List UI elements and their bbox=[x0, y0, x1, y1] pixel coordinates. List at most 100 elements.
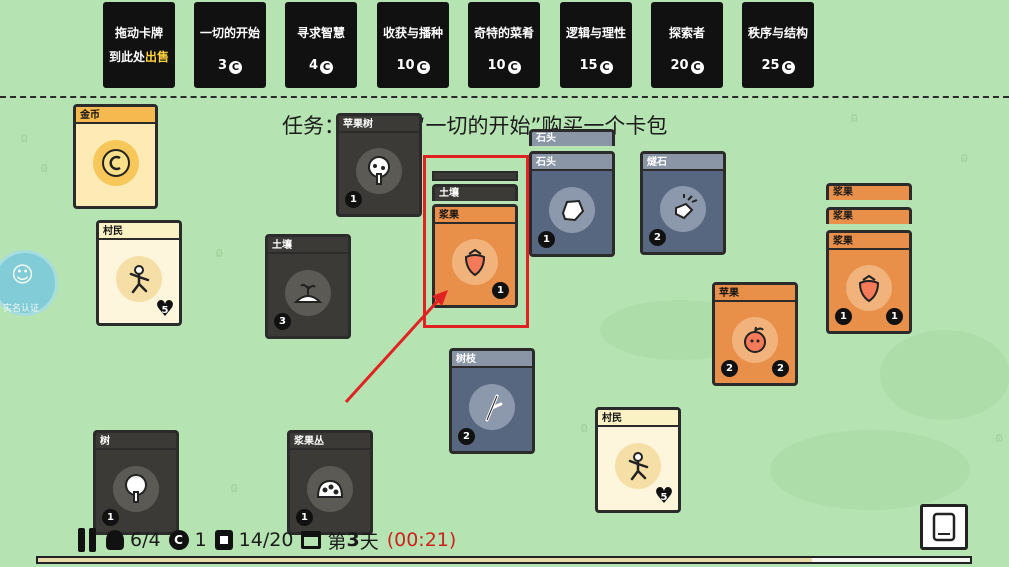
card-stick[interactable]: 树枝 2 bbox=[449, 348, 535, 454]
card-title: 苹果 bbox=[715, 285, 795, 302]
card-tree[interactable]: 树 1 bbox=[93, 430, 179, 535]
booster-pack[interactable]: 秩序与结构 25 C bbox=[742, 2, 814, 88]
soil-icon bbox=[285, 269, 331, 316]
value-badge: 1 bbox=[886, 308, 903, 325]
food-icon bbox=[106, 530, 124, 550]
card-title: 村民 bbox=[598, 410, 678, 427]
apple-icon bbox=[732, 317, 778, 363]
card-apple-tree[interactable]: 苹果树 1 bbox=[336, 113, 422, 217]
card-icon bbox=[214, 530, 233, 550]
coin-icon: C bbox=[690, 61, 704, 74]
coin-icon: C bbox=[781, 61, 795, 74]
grass-tuft: ɷ bbox=[215, 245, 224, 261]
grass-tuft: ɷ bbox=[20, 130, 29, 146]
pack-name: 一切的开始 bbox=[199, 26, 260, 40]
grass-tuft: ɷ bbox=[40, 160, 49, 176]
day-progress-bar bbox=[36, 556, 972, 564]
flint-icon bbox=[660, 186, 706, 232]
coin-icon: C bbox=[229, 61, 243, 74]
sell-slot-line1: 拖动卡牌 bbox=[114, 26, 163, 40]
bg-cloud bbox=[770, 430, 970, 510]
card-gold[interactable]: 金币 bbox=[73, 104, 158, 209]
food-counter: 6/4 bbox=[106, 529, 161, 551]
grass-tuft: ɷ bbox=[580, 420, 589, 436]
pack-name: 奇特的菜肴 bbox=[473, 26, 534, 40]
card-counter: 14/20 bbox=[214, 529, 293, 551]
card-title: 树枝 bbox=[452, 351, 532, 368]
value-badge: 1 bbox=[296, 509, 313, 526]
stick-icon bbox=[469, 384, 515, 430]
tree-icon bbox=[113, 465, 159, 512]
card-title: 金币 bbox=[76, 107, 155, 124]
sell-slot[interactable]: 拖动卡牌 到此处出售 bbox=[103, 2, 175, 88]
apple-tree-icon bbox=[356, 148, 402, 194]
value-badge: 1 bbox=[538, 231, 555, 248]
booster-pack[interactable]: 逻辑与理性 15 C bbox=[560, 2, 632, 88]
coin-icon bbox=[92, 139, 139, 186]
booster-pack[interactable]: 收获与播种 10 C bbox=[377, 2, 449, 88]
villager-icon bbox=[116, 256, 162, 302]
book-icon bbox=[932, 512, 956, 542]
grass-tuft: ɷ bbox=[850, 110, 859, 126]
stone-icon bbox=[549, 187, 595, 233]
card-berry[interactable]: 浆果 1 1 bbox=[826, 230, 912, 334]
berry-bush-icon bbox=[307, 465, 353, 512]
strawberry-icon bbox=[846, 265, 892, 311]
bg-cloud bbox=[880, 330, 1009, 420]
coin-icon: C bbox=[416, 61, 430, 74]
card-stone[interactable]: 石头 1 bbox=[529, 151, 615, 257]
booster-pack[interactable]: 探索者 20 C bbox=[651, 2, 723, 88]
pack-price: 15 C bbox=[560, 58, 632, 74]
card-stone-stacked[interactable]: 石头 bbox=[529, 129, 615, 146]
coin-icon: C bbox=[599, 61, 613, 74]
card-title: 树 bbox=[96, 433, 176, 450]
value-badge: 2 bbox=[721, 360, 738, 377]
pack-price: 20 C bbox=[651, 58, 723, 74]
pack-price: 4C bbox=[285, 58, 357, 74]
card-title: 苹果树 bbox=[339, 116, 419, 133]
verify-label: 实名认证 bbox=[3, 304, 40, 314]
card-title: 浆果丛 bbox=[290, 433, 370, 450]
pack-price: 3C bbox=[194, 58, 266, 74]
pack-name: 探索者 bbox=[668, 26, 705, 40]
day-timer: (00:21) bbox=[386, 529, 457, 551]
coin-icon: C bbox=[168, 530, 189, 550]
pack-name: 收获与播种 bbox=[382, 26, 443, 40]
pack-name: 逻辑与理性 bbox=[565, 26, 626, 40]
coin-icon: C bbox=[507, 61, 521, 74]
booster-pack[interactable]: 寻求智慧 4 C bbox=[285, 2, 357, 88]
status-hud: 6/4 C 1 14/20 第3天 (00:21) bbox=[78, 527, 464, 553]
villager-icon bbox=[615, 443, 661, 489]
value-badge: 1 bbox=[345, 191, 362, 208]
card-apple[interactable]: 苹果 2 2 bbox=[712, 282, 798, 386]
health-badge: ♥ 5 bbox=[654, 484, 674, 509]
card-villager[interactable]: 村民 ♥ 5 bbox=[96, 220, 182, 326]
person-icon: ☺ bbox=[11, 263, 34, 288]
booster-pack[interactable]: 一切的开始 3 C bbox=[194, 2, 266, 88]
pack-price: 10 C bbox=[468, 58, 540, 74]
day-counter: 第3天 (00:21) bbox=[301, 527, 456, 554]
value-badge: 2 bbox=[649, 229, 666, 246]
pack-price: 25 C bbox=[742, 58, 814, 74]
card-flint[interactable]: 燧石 2 bbox=[640, 151, 726, 255]
card-soil[interactable]: 土壤 3 bbox=[265, 234, 351, 339]
shop-divider bbox=[0, 96, 1009, 98]
card-berry-stacked[interactable]: 浆果 bbox=[826, 183, 912, 200]
grass-tuft: ɷ bbox=[230, 480, 239, 496]
card-title: 村民 bbox=[99, 223, 179, 240]
card-title: 燧石 bbox=[643, 154, 723, 171]
pause-button[interactable] bbox=[78, 528, 98, 552]
card-villager[interactable]: 村民 ♥ 5 bbox=[595, 407, 681, 513]
value-badge: 3 bbox=[274, 313, 291, 330]
card-berry-stacked[interactable]: 浆果 bbox=[826, 207, 912, 224]
idea-book-button[interactable] bbox=[920, 504, 968, 550]
coin-counter: C 1 bbox=[168, 529, 207, 551]
verify-widget[interactable]: ☺ 实名认证 bbox=[0, 250, 58, 316]
card-title: 石头 bbox=[532, 154, 612, 171]
grass-tuft: ɷ bbox=[995, 430, 1004, 446]
value-badge: 1 bbox=[835, 308, 852, 325]
card-berry-bush[interactable]: 浆果丛 1 bbox=[287, 430, 373, 535]
booster-pack[interactable]: 奇特的菜肴 10 C bbox=[468, 2, 540, 88]
value-badge: 2 bbox=[458, 428, 475, 445]
tutorial-arrow bbox=[344, 290, 448, 404]
